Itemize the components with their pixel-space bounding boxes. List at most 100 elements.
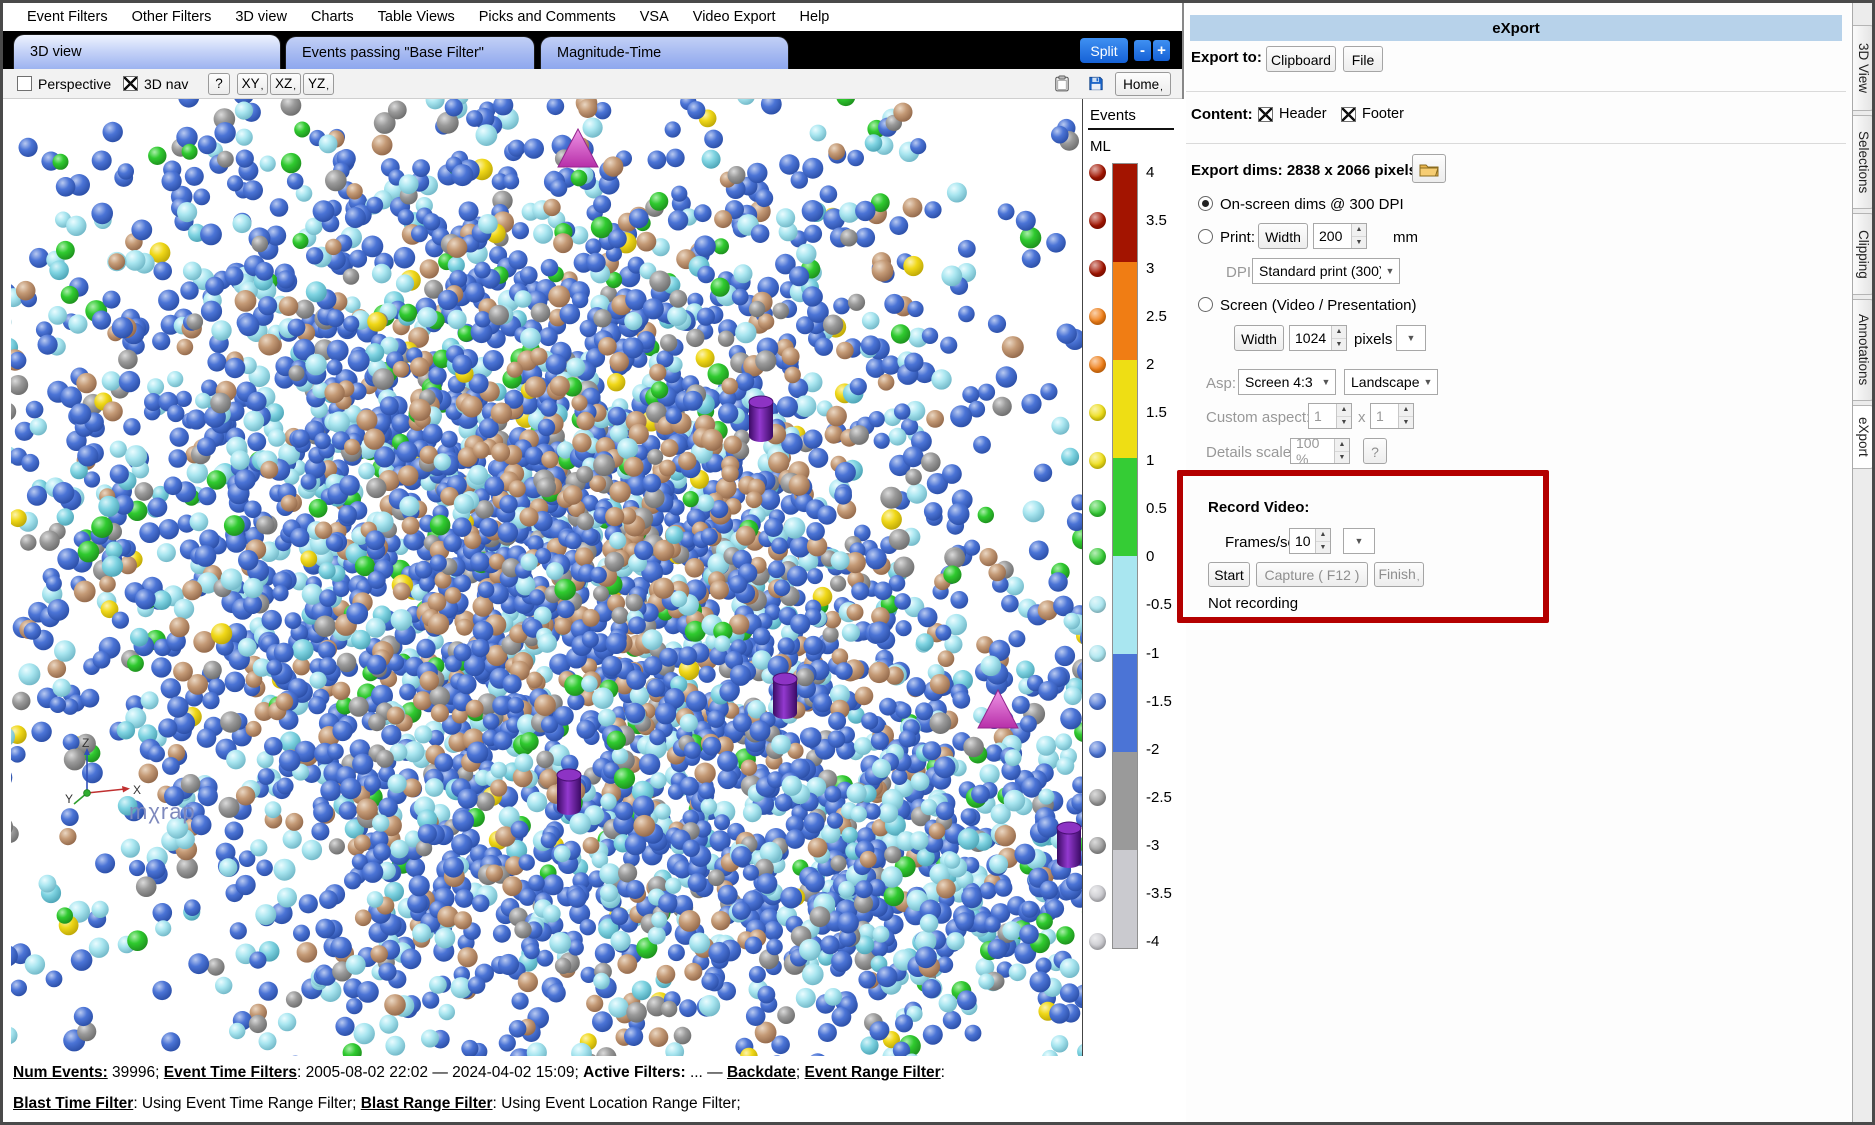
3d-nav-checkbox[interactable]: 3D nav [123,76,188,92]
menu-table-views[interactable]: Table Views [366,9,467,25]
legend-dot [1089,548,1106,565]
clipboard-export-button[interactable]: Clipboard [1266,46,1336,72]
menu-video-export[interactable]: Video Export [681,9,788,25]
3d-event-view[interactable]: Z X Y mχrap [11,99,1083,1056]
copy-to-clipboard-button[interactable] [1049,72,1075,96]
menu-3d-view[interactable]: 3D view [223,9,299,25]
tab-magnitude-time[interactable]: Magnitude-Time [540,36,789,69]
side-tab-annotations[interactable]: Annotations [1853,299,1875,401]
checkbox-box-icon [17,76,32,91]
blast-cylinder-marker [1057,822,1081,868]
spin-up-icon[interactable]: ▲ [1399,404,1413,417]
custom-aspect-label: Custom aspect: [1206,409,1310,426]
xz-view-button[interactable]: XZ, [270,73,301,95]
tab-label: 3D view [30,44,82,60]
legend-tick-label: -1 [1146,645,1159,662]
add-view-button[interactable]: + [1153,40,1170,61]
chevron-down-icon: ▼ [1381,266,1399,276]
print-width-spinner[interactable]: 200 ▲▼ [1313,223,1367,249]
legend-title: Events [1088,99,1174,130]
status-segment: Backdate [727,1064,796,1081]
details-scale-label: Details scale: [1206,444,1295,461]
orientation-dropdown[interactable]: Landscape ▼ [1344,369,1438,395]
spin-down-icon[interactable]: ▼ [1316,542,1330,554]
screen-radio[interactable] [1198,297,1213,312]
menu-event-filters[interactable]: Event Filters [15,9,120,25]
aspect-ratio-dropdown[interactable]: Screen 4:3 ▼ [1238,369,1336,395]
mm-unit-label: mm [1393,229,1418,246]
footer-checkbox[interactable]: Footer [1341,106,1404,122]
tab-3d-view[interactable]: 3D view [13,34,281,69]
print-width-mode-button[interactable]: Width [1258,223,1308,249]
orientation-value: Landscape [1345,374,1419,390]
side-tab-export[interactable]: eXport [1853,405,1875,469]
xy-view-button[interactable]: XY, [237,73,268,95]
onscreen-dims-radio[interactable] [1198,196,1213,211]
menu-vsa[interactable]: VSA [628,9,681,25]
spin-up-icon[interactable]: ▲ [1332,326,1346,339]
side-tab-clipping[interactable]: Clipping [1853,213,1875,295]
print-radio[interactable] [1198,229,1213,244]
spin-down-icon[interactable]: ▼ [1335,452,1349,464]
finish-recording-button[interactable]: Finish, [1374,562,1424,587]
spin-down-icon[interactable]: ▼ [1332,339,1346,351]
menu-mark-icon: , [1417,574,1420,582]
open-dims-folder-button[interactable] [1412,154,1446,183]
tab-label: Magnitude-Time [557,45,661,61]
menu-other-filters[interactable]: Other Filters [120,9,224,25]
spin-up-icon[interactable]: ▲ [1316,529,1330,542]
menu-help[interactable]: Help [788,9,842,25]
spin-up-icon[interactable]: ▲ [1335,439,1349,452]
tab-events-base-filter[interactable]: Events passing "Base Filter" [285,36,535,69]
details-scale-spinner[interactable]: 100 % ▲▼ [1290,438,1350,464]
legend-dot [1089,837,1106,854]
file-export-button[interactable]: File [1343,46,1383,72]
status-segment: ; [796,1064,805,1081]
3d-nav-label: 3D nav [144,76,188,92]
menu-charts[interactable]: Charts [299,9,366,25]
split-button[interactable]: Split [1080,38,1128,63]
pixels-dropdown-button[interactable]: ▼ [1396,325,1426,351]
header-checkbox[interactable]: Header [1258,106,1327,122]
custom-aspect-y-spinner[interactable]: 1 ▲▼ [1370,403,1414,429]
yz-view-button[interactable]: YZ, [303,73,334,95]
legend-dot [1089,404,1106,421]
spin-down-icon[interactable]: ▼ [1337,417,1351,429]
status-segment: Event Time Filters [164,1064,297,1081]
chevron-down-icon: ▼ [1397,333,1425,343]
remove-view-button[interactable]: - [1134,40,1151,61]
menu-mark-icon: , [261,83,264,91]
chevron-down-icon: ▼ [1344,536,1374,546]
fps-preset-dropdown[interactable]: ▼ [1343,528,1375,554]
print-label: Print: [1220,229,1255,246]
home-button[interactable]: Home, [1115,72,1171,96]
perspective-label: Perspective [38,76,111,92]
fps-spinner[interactable]: 10 ▲▼ [1289,528,1331,554]
details-help-button[interactable]: ? [1363,438,1387,464]
save-button[interactable] [1083,72,1109,96]
custom-aspect-x-spinner[interactable]: 1 ▲▼ [1308,403,1352,429]
help-button[interactable]: ? [208,73,230,95]
side-tab-3d-view[interactable]: 3D View [1853,25,1875,111]
spin-up-icon[interactable]: ▲ [1337,404,1351,417]
menu-bar: Event Filters Other Filters 3D view Char… [3,3,1182,31]
menu-picks-and-comments[interactable]: Picks and Comments [467,9,628,25]
axis-x-label: X [133,783,141,797]
start-recording-button[interactable]: Start [1208,562,1250,587]
spin-down-icon[interactable]: ▼ [1399,417,1413,429]
capture-frame-button[interactable]: Capture ( F12 ) [1256,562,1368,587]
status-segment: : [941,1064,945,1081]
screen-width-mode-button[interactable]: Width [1234,325,1284,351]
status-segment: : 2005-08-02 22:02 — 2024-04-02 15:09; [297,1064,583,1081]
view-toolbar: Perspective 3D nav ? XY, XZ, YZ, [3,69,1182,99]
custom-aspect-x-value: 1 [1309,404,1336,428]
side-tab-selections[interactable]: Selections [1853,115,1875,209]
screen-width-spinner[interactable]: 1024 ▲▼ [1289,325,1347,351]
spin-down-icon[interactable]: ▼ [1352,237,1366,249]
spin-up-icon[interactable]: ▲ [1352,224,1366,237]
dpi-dropdown[interactable]: Standard print (300) ▼ [1252,258,1400,284]
legend-tick-label: 2.5 [1146,308,1167,325]
footer-label: Footer [1362,106,1404,122]
scatter-canvas[interactable] [11,99,1083,1056]
perspective-checkbox[interactable]: Perspective [17,76,111,92]
